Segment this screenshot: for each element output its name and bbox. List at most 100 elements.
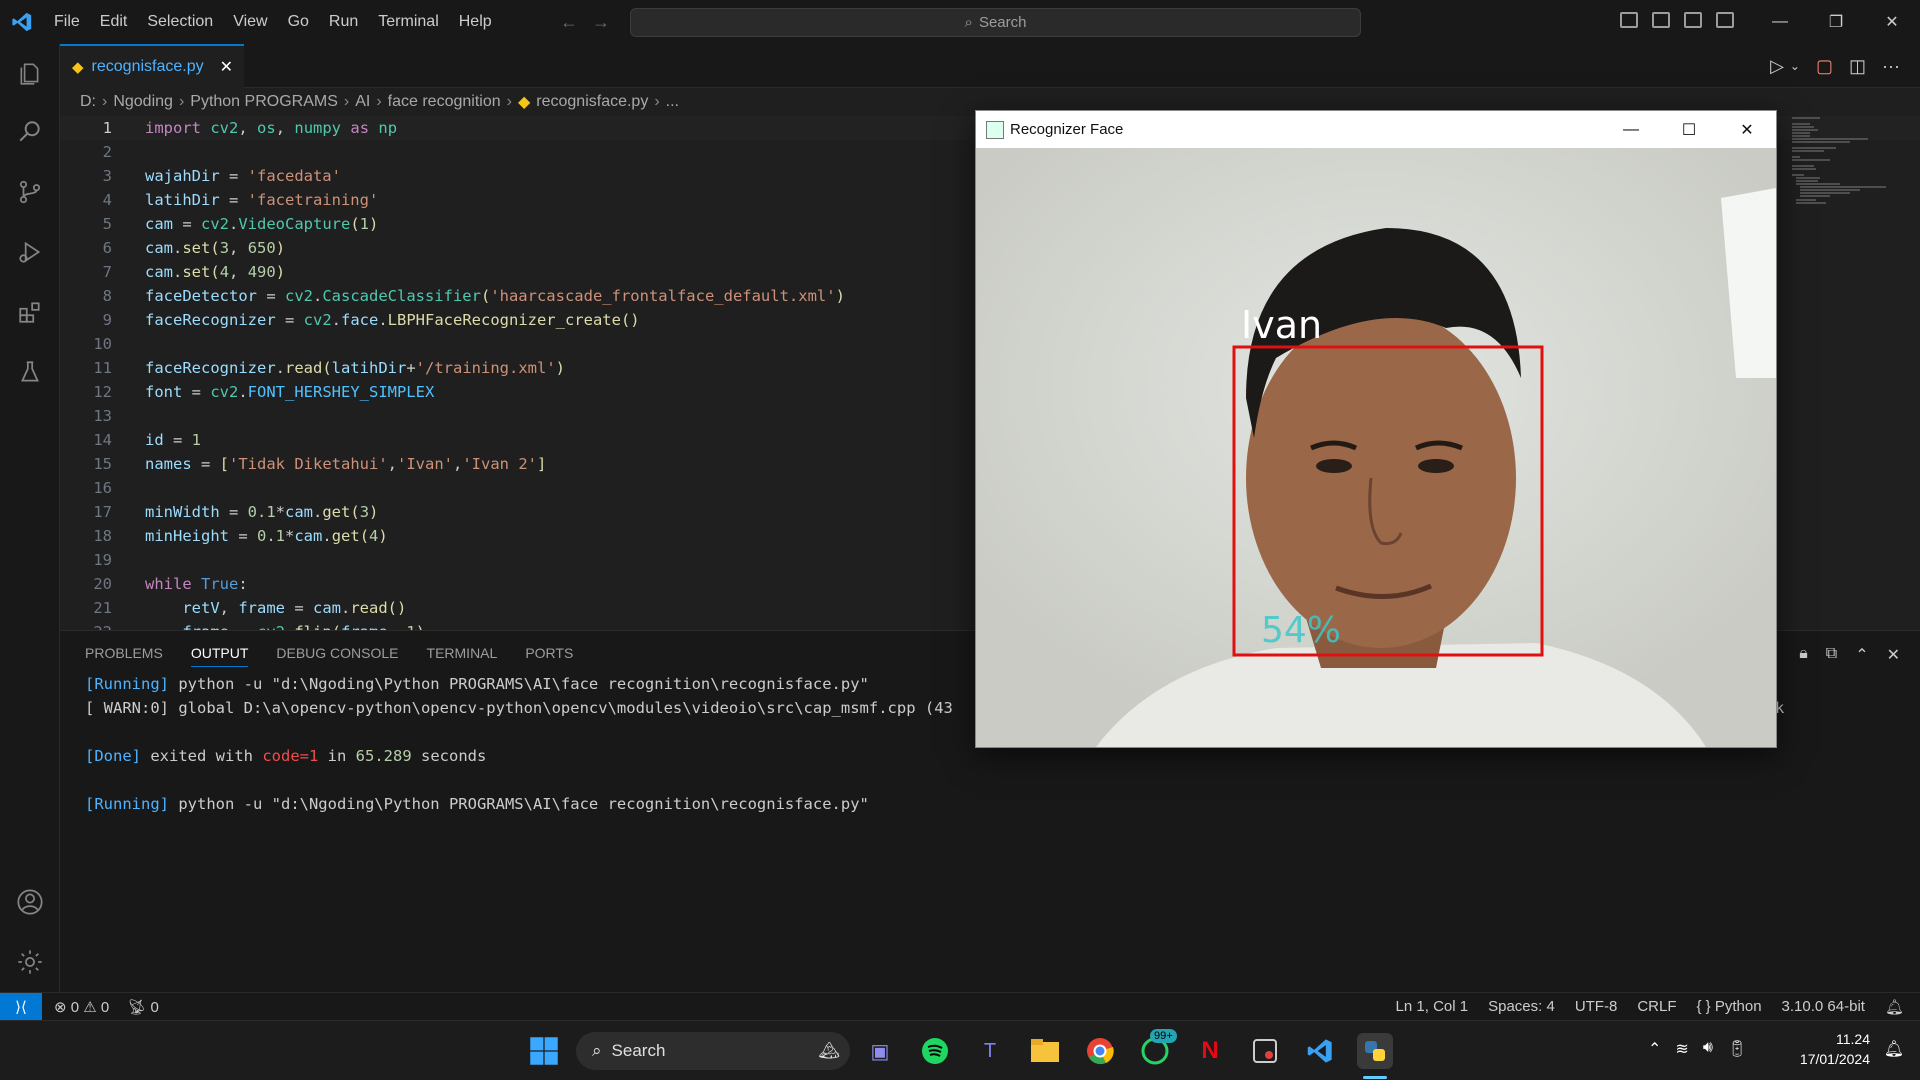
ports-status[interactable]: 📡︎ 0 (127, 998, 159, 1016)
indentation[interactable]: Spaces: 4 (1488, 998, 1555, 1016)
menu-help[interactable]: Help (449, 13, 502, 31)
breadcrumb-ngoding[interactable]: Ngoding (113, 93, 173, 111)
breadcrumb-face-recognition[interactable]: face recognition (388, 93, 501, 111)
accounts-icon[interactable] (14, 886, 46, 918)
menu-go[interactable]: Go (278, 13, 319, 31)
menu-run[interactable]: Run (319, 13, 368, 31)
manage-gear-icon[interactable] (14, 946, 46, 978)
extensions-icon[interactable] (14, 296, 46, 328)
clock-date: 17/01/2024 (1799, 1051, 1870, 1067)
split-editor-icon[interactable]: ◫ (1849, 56, 1866, 77)
minimap[interactable] (1790, 116, 1890, 206)
run-debug-icon[interactable] (14, 236, 46, 268)
cv-minimize-icon[interactable]: — (1602, 111, 1660, 148)
cursor-position[interactable]: Ln 1, Col 1 (1396, 998, 1469, 1016)
maximize-panel-icon[interactable]: ⌃ (1855, 645, 1868, 665)
breadcrumb-drive[interactable]: D: (80, 93, 96, 111)
source-control-icon[interactable] (14, 176, 46, 208)
tab-output[interactable]: OUTPUT (190, 645, 249, 667)
restore-icon[interactable]: ❐ (1808, 0, 1864, 44)
customize-layout-icon[interactable] (1716, 12, 1734, 28)
stop-icon[interactable]: ▢ (1816, 56, 1833, 77)
back-arrow-icon[interactable]: ← (560, 12, 592, 32)
chrome-icon[interactable] (1082, 1033, 1118, 1069)
volume-icon[interactable]: 🔊︎ (1703, 1039, 1713, 1059)
active-app-indicator (1363, 1076, 1387, 1079)
battery-icon[interactable]: 🔋︎ (1727, 1039, 1747, 1059)
taskbar-search[interactable]: ⌕ Search 🏔︎ (576, 1032, 850, 1070)
cv-close-icon[interactable]: ✕ (1718, 111, 1776, 148)
minimize-icon[interactable]: — (1752, 0, 1808, 44)
search-sidebar-icon[interactable] (14, 116, 46, 148)
breadcrumb-file[interactable]: recognisface.py (536, 93, 648, 111)
search-icon: ⌕ (964, 14, 973, 31)
tab-recognisface[interactable]: ◆ recognisface.py ✕ (60, 44, 244, 88)
run-dropdown-icon[interactable]: ⌄ (1790, 56, 1800, 77)
command-center-label: Search (978, 14, 1027, 31)
menu-terminal[interactable]: Terminal (368, 13, 448, 31)
recognized-name-label: Ivan (1241, 303, 1323, 347)
tab-problems[interactable]: PROBLEMS (85, 645, 163, 667)
forward-arrow-icon[interactable]: → (592, 12, 624, 32)
copy-output-icon[interactable]: ⧉ (1826, 645, 1837, 665)
taskbar-search-icon: ⌕ (592, 1041, 602, 1060)
output-line: [Running] python -u "d:\Ngoding\Python P… (85, 795, 869, 813)
vscode-logo-icon (0, 0, 44, 44)
search-highlight-icon: 🏔︎ (818, 1041, 840, 1060)
tab-close-icon[interactable]: ✕ (220, 57, 233, 77)
toggle-secondary-sidebar-icon[interactable] (1684, 12, 1702, 28)
teams-icon[interactable]: T (972, 1033, 1008, 1069)
snipping-tool-icon[interactable] (1247, 1033, 1283, 1069)
command-center-search[interactable]: ⌕ Search (630, 8, 1361, 37)
explorer-icon[interactable] (14, 58, 46, 90)
python-taskbar-icon[interactable] (1357, 1033, 1393, 1069)
cv-maximize-icon[interactable]: ☐ (1660, 111, 1718, 148)
close-icon[interactable]: ✕ (1864, 0, 1920, 44)
menu-edit[interactable]: Edit (90, 13, 138, 31)
testing-icon[interactable] (14, 356, 46, 388)
toggle-sidebar-icon[interactable] (1620, 12, 1638, 28)
tab-debug-console[interactable]: DEBUG CONSOLE (276, 645, 398, 667)
more-actions-icon[interactable]: ··· (1882, 56, 1900, 77)
recognizer-face-window: Recognizer Face — ☐ ✕ Ivan 54% (975, 110, 1777, 748)
window-controls: — ❐ ✕ (1752, 0, 1920, 44)
notifications-bell-icon[interactable]: 🔔︎ (1885, 998, 1904, 1016)
close-panel-icon[interactable]: ✕ (1887, 645, 1900, 665)
language-mode[interactable]: { } Python (1696, 998, 1761, 1016)
menu-view[interactable]: View (223, 13, 277, 31)
tab-ports[interactable]: PORTS (525, 645, 573, 667)
lock-scroll-icon[interactable]: 🔒︎ (1799, 645, 1808, 665)
tab-terminal[interactable]: TERMINAL (427, 645, 498, 667)
vscode-taskbar-icon[interactable] (1302, 1033, 1338, 1069)
notification-center-icon[interactable]: 🔔︎ (1884, 1039, 1904, 1059)
camera-image (976, 148, 1776, 747)
menu-file[interactable]: File (44, 13, 90, 31)
nav-arrows[interactable]: ←→ (560, 12, 624, 33)
problems-status[interactable]: ⊗ 0 ⚠ 0 (54, 998, 109, 1016)
netflix-icon[interactable]: N (1192, 1033, 1228, 1069)
confidence-label: 54% (1261, 610, 1342, 651)
encoding[interactable]: UTF-8 (1575, 998, 1618, 1016)
cv-window-title: Recognizer Face (1010, 121, 1124, 138)
clock-time: 11.24 (1836, 1031, 1870, 1047)
toggle-panel-icon[interactable] (1652, 12, 1670, 28)
spotify-icon[interactable] (917, 1033, 953, 1069)
windows-start-icon[interactable] (526, 1033, 562, 1069)
clock[interactable]: 11.24 17/01/2024 (1800, 1029, 1870, 1069)
menu-bar: File Edit Selection View Go Run Terminal… (44, 13, 502, 31)
menu-selection[interactable]: Selection (137, 13, 223, 31)
editor-tabs: ◆ recognisface.py ✕ ▷ ⌄ ▢ ◫ ··· (60, 44, 1920, 88)
status-bar: ⟩⟨ ⊗ 0 ⚠ 0 📡︎ 0 Ln 1, Col 1 Spaces: 4 UT… (0, 992, 1920, 1021)
end-of-line[interactable]: CRLF (1637, 998, 1676, 1016)
breadcrumb-symbols[interactable]: ... (666, 93, 679, 111)
file-explorer-icon[interactable] (1027, 1033, 1063, 1069)
breadcrumb-ai[interactable]: AI (355, 93, 370, 111)
interpreter[interactable]: 3.10.0 64-bit (1782, 998, 1865, 1016)
breadcrumb-python-programs[interactable]: Python PROGRAMS (190, 93, 338, 111)
show-hidden-icons[interactable]: ⌃ (1648, 1039, 1661, 1059)
wifi-icon[interactable]: ≋ (1675, 1039, 1688, 1059)
remote-icon[interactable]: ⟩⟨ (0, 992, 42, 1021)
cv-window-titlebar[interactable]: Recognizer Face — ☐ ✕ (976, 111, 1776, 148)
teams-meet-icon[interactable]: ▣ (862, 1033, 898, 1069)
run-python-icon[interactable]: ▷ (1770, 56, 1784, 77)
